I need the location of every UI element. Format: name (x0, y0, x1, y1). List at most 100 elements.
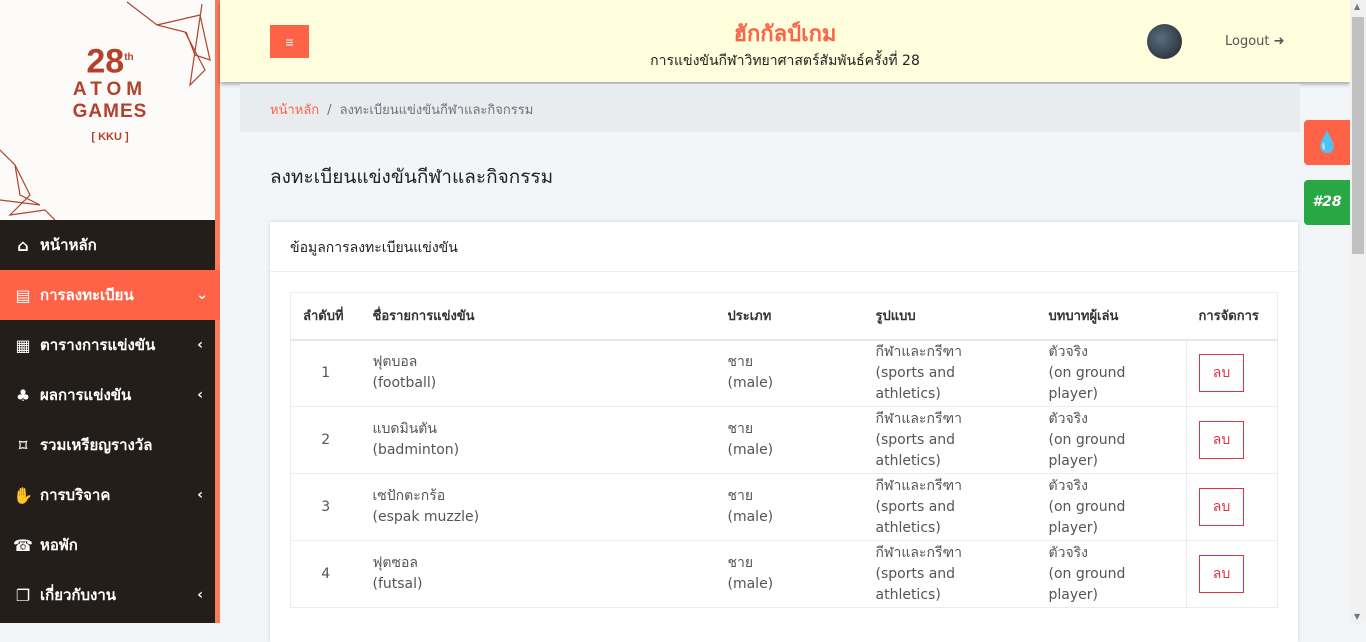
cell-name-th: แบดมินตัน (372, 421, 437, 437)
cell-name-en: (badminton) (372, 442, 460, 458)
top-header: ≡ ฮักกัลป์เกม การแข่งขันกีฬาวิทยาศาสตร์ส… (220, 0, 1350, 82)
cell-format: กีฬาและกรีฑา (sports and athletics) (863, 406, 1037, 474)
row-number: 4 (290, 540, 361, 608)
cell-action: ลบ (1186, 406, 1278, 474)
chevron-left-icon: ‹ (197, 587, 203, 603)
chevron-left-icon: ‹ (197, 337, 203, 353)
sidebar-item-about[interactable]: ❐ เกี่ยวกับงาน ‹ (0, 570, 215, 620)
table-row: 3 เซปักตะกร้อ (espak muzzle) ชาย (male) กีฬาแ… (290, 473, 1278, 541)
cell-action: ลบ (1186, 339, 1278, 407)
cell-name: แบดมินตัน (badminton) (360, 406, 716, 474)
table-header-row: ลำดับที่ ชื่อรายการแข่งขัน ประเภท รูปแบบ… (290, 292, 1278, 341)
chevron-down-icon: ⌄ (196, 287, 208, 303)
sidebar-item-dormitory[interactable]: ☎ หอพัก (0, 520, 215, 570)
logo-text: 28th ATOM GAMES [ KKU ] (72, 42, 148, 144)
cell-name: ฟุตซอล (futsal) (360, 540, 716, 608)
edition-badge-button[interactable]: #28 (1304, 180, 1350, 225)
breadcrumb: หน้าหลัก / ลงทะเบียนแข่งขันกีฬาและกิจกรรม (240, 84, 1300, 132)
delete-button[interactable]: ลบ (1199, 488, 1244, 526)
cell-name-th: เซปักตะกร้อ (372, 488, 446, 504)
cell-action: ลบ (1186, 473, 1278, 541)
sidebar-item-label: การลงทะเบียน (40, 286, 134, 304)
cell-format-th: กีฬาและกรีฑา (875, 544, 963, 561)
table-row: 1 ฟุตบอล (football) ชาย (male) กีฬาและกรีฑา (s… (290, 339, 1278, 407)
row-number: 2 (290, 406, 361, 474)
scrollbar[interactable]: ▲ ▼ (1350, 0, 1366, 623)
scroll-down-icon[interactable]: ▼ (1354, 612, 1360, 621)
cell-format-en: (sports and athletics) (875, 364, 956, 402)
sidebar-item-label: รวมเหรียญรางวัล (40, 436, 153, 454)
cell-name-th: ฟุตซอล (372, 555, 419, 571)
sidebar-item-registration[interactable]: ▤ การลงทะเบียน ⌄ (0, 270, 220, 320)
cell-name-th: ฟุตบอล (372, 354, 418, 371)
cell-type: ชาย (male) (715, 339, 864, 407)
cell-role: ตัวจริง (on ground player) (1036, 406, 1187, 474)
cell-role: ตัวจริง (on ground player) (1036, 473, 1187, 541)
cell-type: ชาย (male) (715, 473, 864, 541)
home-icon: ⌂ (17, 235, 29, 255)
breadcrumb-current: ลงทะเบียนแข่งขันกีฬาและกิจกรรม (339, 103, 534, 118)
cell-name-en: (futsal) (372, 576, 423, 592)
cell-type-th: ชาย (727, 421, 754, 437)
logout-link[interactable]: Logout ➜ (1225, 34, 1285, 49)
cell-format: กีฬาและกรีฑา (sports and athletics) (863, 473, 1037, 541)
cell-type-th: ชาย (727, 555, 754, 571)
breadcrumb-separator: / (327, 103, 332, 118)
col-type: ประเภท (715, 292, 864, 341)
sidebar-item-home[interactable]: ⌂ หน้าหลัก (0, 220, 215, 270)
delete-button[interactable]: ลบ (1199, 555, 1244, 593)
col-role: บทบาทผู้เล่น (1036, 292, 1187, 341)
scroll-up-icon[interactable]: ▲ (1354, 2, 1360, 11)
delete-button[interactable]: ลบ (1199, 421, 1244, 459)
sidebar-item-donation[interactable]: ✋ การบริจาค ‹ (0, 470, 215, 520)
cell-type-en: (male) (727, 576, 774, 592)
col-no: ลำดับที่ (290, 292, 361, 341)
table-row: 2 แบดมินตัน (badminton) ชาย (male) กีฬาและกรี… (290, 406, 1278, 474)
sidebar-item-medals[interactable]: ⌑ รวมเหรียญรางวัล (0, 420, 215, 470)
page-title: ลงทะเบียนแข่งขันกีฬาและกิจกรรม (270, 166, 554, 188)
col-format: รูปแบบ (863, 292, 1037, 341)
cell-format-th: กีฬาและกรีฑา (875, 343, 963, 360)
blood-drop-button[interactable]: 💧 (1304, 120, 1350, 165)
cell-role-en: (on ground player) (1048, 565, 1126, 603)
cell-role-en: (on ground player) (1048, 431, 1126, 469)
cell-type-th: ชาย (727, 354, 754, 371)
sidebar-item-label: ผลการแข่งขัน (40, 386, 132, 404)
cell-action: ลบ (1186, 540, 1278, 608)
clipboard-icon: ▤ (15, 285, 31, 305)
row-number: 3 (290, 473, 361, 541)
sidebar-item-results[interactable]: ♣ ผลการแข่งขัน ‹ (0, 370, 215, 420)
delete-button[interactable]: ลบ (1199, 354, 1244, 393)
sidebar-item-label: ตารางการแข่งขัน (40, 336, 156, 354)
sitemap-icon: ♣ (15, 385, 31, 405)
table-row: 4 ฟุตซอล (futsal) ชาย (male) กีฬาและกรีฑา (spo… (290, 540, 1278, 608)
sidebar-item-schedule[interactable]: ▦ ตารางการแข่งขัน ‹ (0, 320, 215, 370)
col-action: การจัดการ (1186, 292, 1278, 341)
sidebar-item-label: หอพัก (40, 536, 78, 554)
atom-games-logo: 28th ATOM GAMES [ KKU ] (0, 0, 215, 220)
cell-role-en: (on ground player) (1048, 498, 1126, 536)
cell-role-th: ตัวจริง (1048, 343, 1089, 360)
handshake-icon: ✋ (13, 485, 33, 505)
avatar[interactable] (1147, 24, 1182, 59)
cell-type: ชาย (male) (715, 540, 864, 608)
cell-format-en: (sports and athletics) (875, 498, 956, 536)
cell-format-th: กีฬาและกรีฑา (875, 410, 963, 427)
cell-type-en: (male) (727, 442, 774, 458)
cell-role: ตัวจริง (on ground player) (1036, 339, 1187, 407)
cell-role: ตัวจริง (on ground player) (1036, 540, 1187, 608)
cell-role-th: ตัวจริง (1048, 544, 1089, 561)
breadcrumb-home[interactable]: หน้าหลัก (270, 103, 319, 118)
cell-name: ฟุตบอล (football) (360, 339, 716, 407)
cell-name-en: (espak muzzle) (372, 509, 480, 525)
registration-card: ข้อมูลการลงทะเบียนแข่งขัน ลำดับที่ ชื่อร… (270, 222, 1298, 642)
row-number: 1 (290, 339, 361, 407)
registration-table: ลำดับที่ ชื่อรายการแข่งขัน ประเภท รูปแบบ… (290, 292, 1278, 608)
cell-format-en: (sports and athletics) (875, 565, 956, 603)
scrollbar-thumb[interactable] (1352, 17, 1364, 254)
sidebar-item-label: หน้าหลัก (40, 236, 97, 254)
table-icon: ▦ (15, 335, 31, 355)
cell-type-en: (male) (727, 509, 774, 525)
phone-icon: ☎ (13, 535, 33, 555)
cell-name-en: (football) (372, 375, 437, 392)
